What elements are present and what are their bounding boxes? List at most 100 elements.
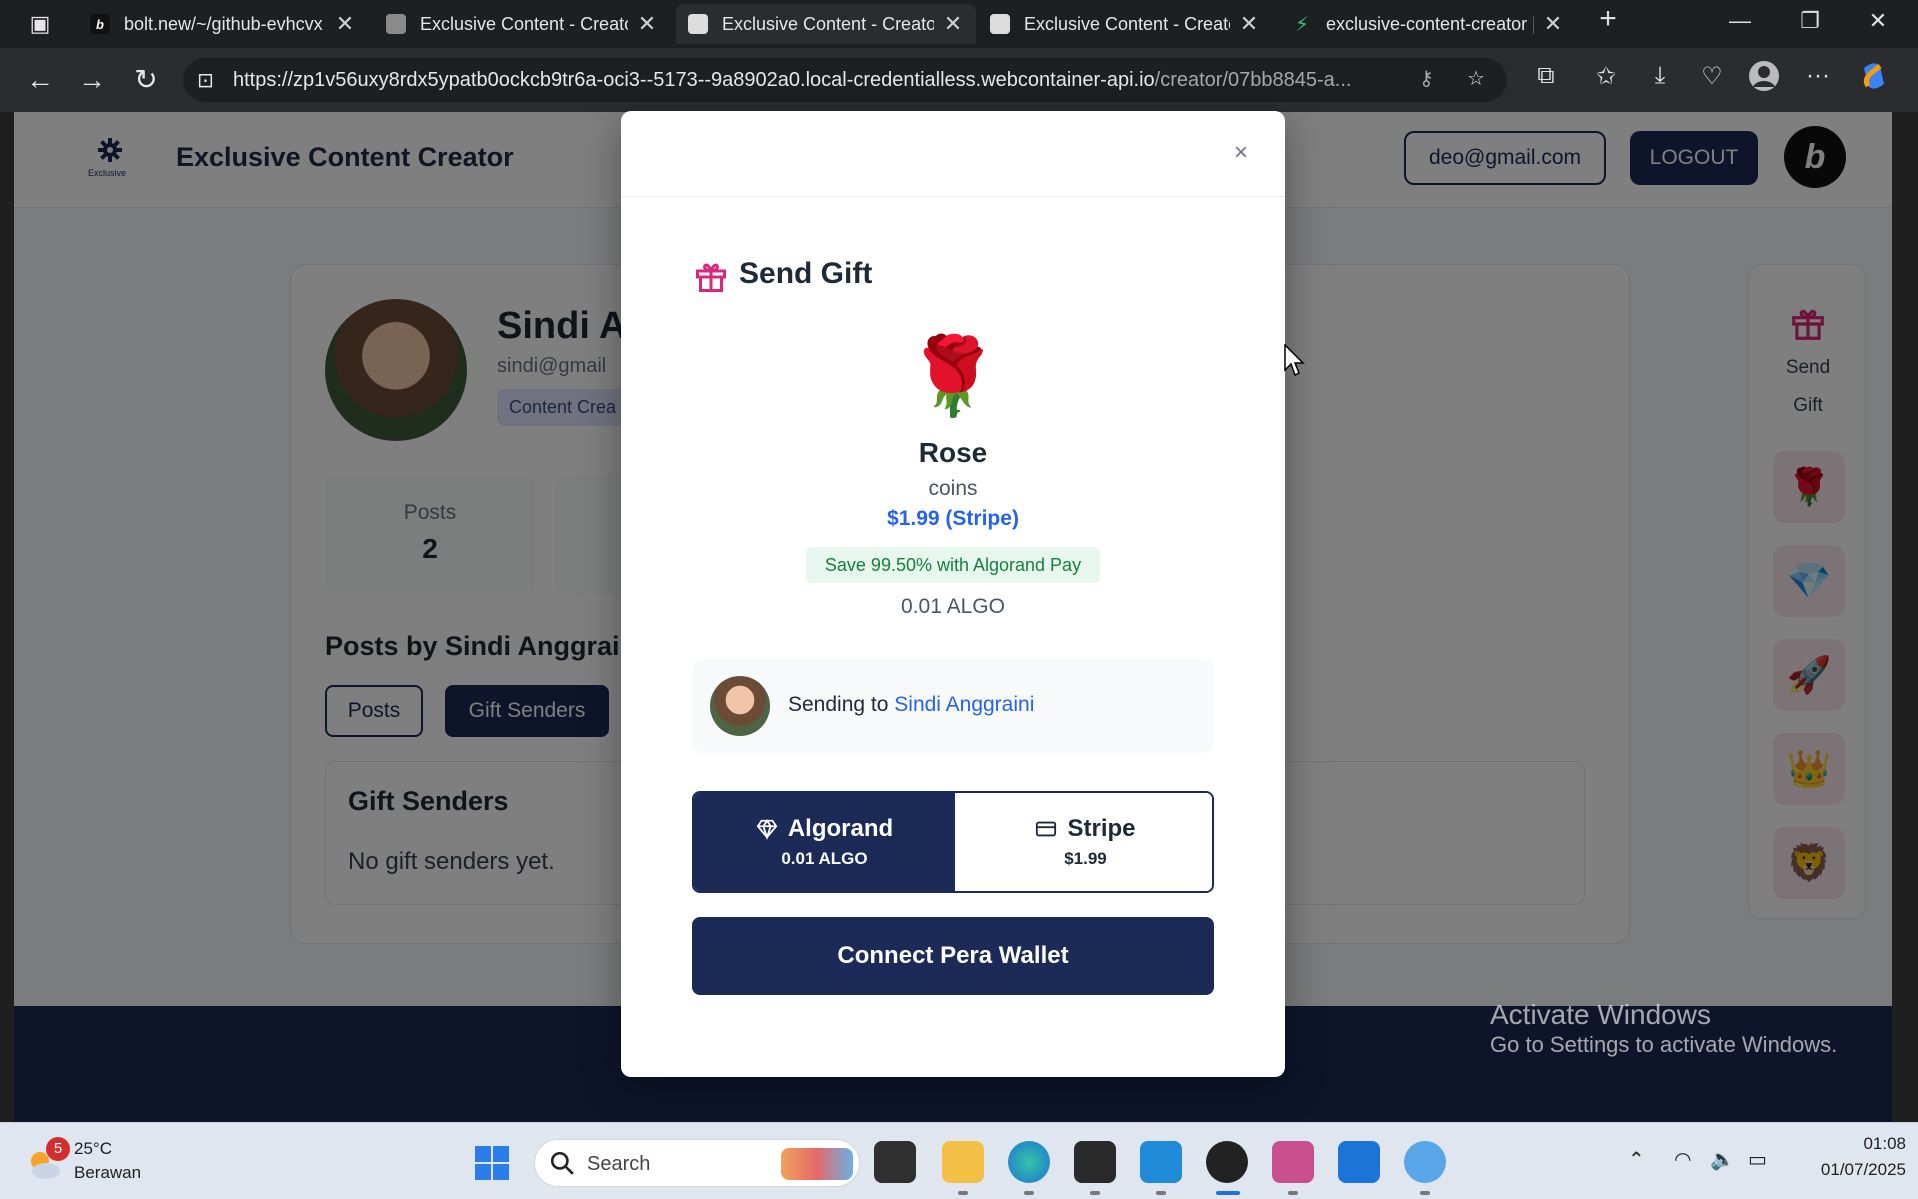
gift-name: Rose (918, 437, 988, 468)
url-path: /creator/07bb8845-a... (1154, 68, 1352, 91)
window-close-icon[interactable]: ✕ (1858, 8, 1898, 34)
tab-title: Exclusive Content - Creator (420, 13, 628, 34)
modal-title: Send Gift (739, 257, 873, 290)
windows-start-icon[interactable] (474, 1145, 510, 1181)
password-key-icon[interactable]: ⚷ (1419, 66, 1434, 91)
media-player-icon[interactable] (1206, 1141, 1248, 1183)
running-indicator (1090, 1191, 1100, 1195)
weather-temperature: 25°C (74, 1139, 112, 1158)
restore-icon[interactable]: ❐ (1790, 8, 1830, 34)
recipient-panel: Sending to Sindi Anggraini (692, 659, 1214, 753)
clock-date: 01/07/2025 (1820, 1160, 1906, 1179)
gift-emoji: 🌹 (905, 334, 1001, 419)
modal-header: × (621, 111, 1285, 197)
sidebar-toggle-icon[interactable]: ▣ (22, 6, 58, 42)
copilot-icon[interactable] (1856, 60, 1892, 99)
close-tab-icon[interactable]: ✕ (636, 11, 658, 37)
pay-option-price: 0.01 ALGO (781, 849, 868, 868)
more-menu-icon[interactable]: ··· (1800, 62, 1836, 90)
search-highlight-image (781, 1148, 853, 1180)
vscode-icon[interactable] (1140, 1141, 1182, 1183)
clock-time: 01:08 (1863, 1134, 1906, 1153)
profile-icon[interactable] (1746, 60, 1782, 99)
tab-exclusive-active[interactable]: Exclusive Content - Creator ✕ (676, 4, 976, 44)
favorites-icon[interactable]: ✩ (1588, 62, 1624, 91)
show-hidden-icons-icon[interactable]: ⌃ (1628, 1147, 1645, 1172)
edge-browser-icon[interactable] (1008, 1141, 1050, 1183)
forward-icon[interactable]: → (74, 62, 110, 98)
close-tab-icon[interactable]: ✕ (334, 11, 356, 37)
new-tab-icon[interactable]: + (1588, 2, 1628, 36)
connect-pera-wallet-button[interactable]: Connect Pera Wallet (692, 917, 1214, 995)
search-placeholder: Search (587, 1153, 651, 1175)
tab-netlify[interactable]: ⚡ exclusive-content-creator | ✕ (1280, 4, 1576, 44)
gift-stripe-price: $1.99 (Stripe) (887, 507, 1019, 530)
file-explorer-icon[interactable] (942, 1141, 984, 1183)
watermark-line-1: Activate Windows (1490, 999, 1711, 1030)
gift-unit: coins (928, 477, 978, 500)
browser-address-bar: ← → ↻ ⊡ https://zp1v56uxy8rdx5ypatb0ockc… (0, 48, 1918, 112)
active-indicator (1216, 1191, 1240, 1195)
gift-icon (696, 263, 726, 292)
pay-option-algorand[interactable]: Algorand 0.01 ALGO (694, 793, 955, 891)
recipient-avatar (710, 676, 770, 736)
mouse-cursor-icon (1284, 344, 1305, 377)
running-indicator (958, 1191, 968, 1195)
volume-icon[interactable]: 🔈 (1710, 1147, 1735, 1172)
recipient-text: Sending to Sindi Anggraini (788, 693, 1034, 717)
weather-widget[interactable]: 5 25°C Berawan (24, 1137, 174, 1187)
browser-essentials-icon[interactable]: ♡ (1694, 62, 1730, 91)
diamond-icon (756, 819, 778, 840)
tab-bolt[interactable]: b bolt.new/~/github-evhcvx ✕ (78, 4, 368, 44)
favorite-star-icon[interactable]: ☆ (1467, 66, 1485, 91)
gift-algo-price: 0.01 ALGO (901, 595, 1005, 618)
taskbar-search-input[interactable]: Search (534, 1139, 860, 1187)
bolt-lightning-icon: ⚡ (1294, 13, 1310, 36)
modal-close-button[interactable]: × (1226, 139, 1256, 167)
tab-exclusive-3[interactable]: Exclusive Content - Creator ✕ (978, 4, 1272, 44)
task-view-icon[interactable] (874, 1141, 916, 1183)
activate-windows-watermark: Activate Windows Go to Settings to activ… (1490, 1000, 1837, 1060)
pay-option-label: Stripe (1067, 815, 1136, 842)
tab-title: Exclusive Content - Creator (1024, 13, 1230, 34)
weather-condition: Berawan (74, 1163, 142, 1182)
recipient-name: Sindi Anggraini (894, 693, 1035, 716)
running-indicator (1024, 1191, 1034, 1195)
tab-title: exclusive-content-creator | (1326, 13, 1534, 34)
close-tab-icon[interactable]: ✕ (1542, 11, 1564, 37)
sending-to-label: Sending to (788, 693, 889, 716)
tab-exclusive-1[interactable]: Exclusive Content - Creator ✕ (374, 4, 670, 44)
url-host: https://zp1v56uxy8rdx5ypatb0ockcb9tr6a-o… (233, 68, 1155, 91)
browser-tab-bar: ▣ b bolt.new/~/github-evhcvx ✕ Exclusive… (0, 0, 1918, 48)
algorand-savings-badge: Save 99.50% with Algorand Pay (806, 547, 1100, 583)
minimize-icon[interactable]: — (1720, 8, 1760, 34)
page-favicon-icon (990, 14, 1010, 34)
search-icon (550, 1151, 574, 1175)
back-icon[interactable]: ← (22, 62, 58, 98)
system-clock[interactable]: 01:08 01/07/2025 (1788, 1131, 1906, 1183)
url-input[interactable]: ⊡ https://zp1v56uxy8rdx5ypatb0ockcb9tr6a… (183, 58, 1507, 102)
paint-icon[interactable] (1404, 1141, 1446, 1183)
page-favicon-icon (688, 14, 708, 34)
running-indicator (1420, 1191, 1430, 1195)
photos-icon[interactable] (1338, 1141, 1380, 1183)
close-tab-icon[interactable]: ✕ (942, 11, 964, 37)
page-favicon-icon (386, 14, 406, 34)
tab-title: bolt.new/~/github-evhcvx (124, 13, 323, 34)
watermark-line-2: Go to Settings to activate Windows. (1490, 1032, 1838, 1057)
battery-icon[interactable]: ▭ (1748, 1147, 1767, 1172)
windows-taskbar: 5 25°C Berawan Search ⌃ ◠ 🔈 ▭ 01:08 01/0… (0, 1122, 1918, 1199)
tab-title: Exclusive Content - Creator (722, 13, 934, 34)
pay-option-stripe[interactable]: Stripe $1.99 (955, 793, 1212, 891)
terminal-icon[interactable] (1074, 1141, 1116, 1183)
close-tab-icon[interactable]: ✕ (1238, 11, 1260, 37)
bolt-favicon-icon: b (90, 14, 110, 34)
snipping-tool-icon[interactable] (1272, 1141, 1314, 1183)
site-info-icon[interactable]: ⊡ (197, 68, 214, 93)
downloads-icon[interactable]: ⤓ (1642, 62, 1678, 90)
reload-icon[interactable]: ↻ (128, 62, 164, 98)
running-indicator (1288, 1191, 1298, 1195)
extensions-icon[interactable]: ⧉ (1528, 62, 1564, 90)
wifi-icon[interactable]: ◠ (1674, 1147, 1691, 1172)
running-indicator (1156, 1191, 1166, 1195)
